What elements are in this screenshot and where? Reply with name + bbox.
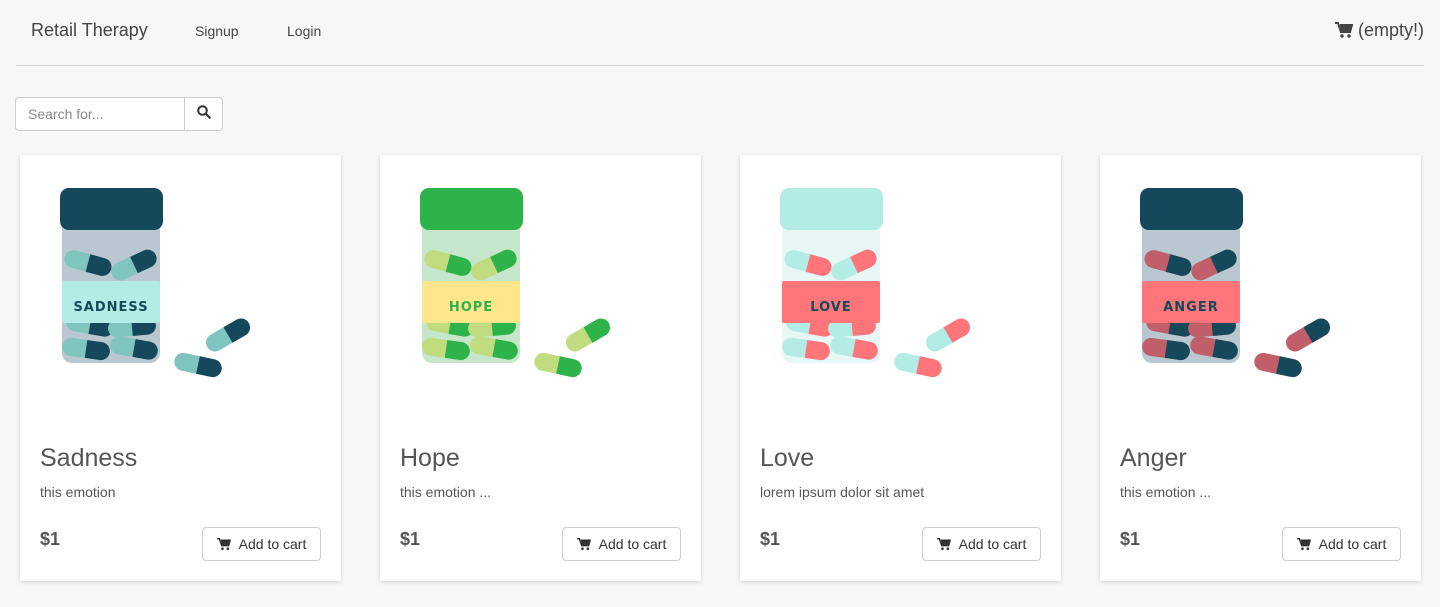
nav-login-link[interactable]: Login <box>287 23 321 39</box>
cart-icon <box>1296 537 1311 551</box>
search-button[interactable] <box>184 97 223 131</box>
product-title[interactable]: Hope <box>400 444 460 473</box>
cart-icon <box>576 537 591 551</box>
product-price: $1 <box>1120 529 1141 549</box>
product-title[interactable]: Anger <box>1120 444 1187 473</box>
product-title[interactable]: Sadness <box>40 444 137 473</box>
navbar: Retail Therapy Signup Login (empty!) <box>16 0 1424 66</box>
svg-text:ANGER: ANGER <box>1163 300 1219 315</box>
product-image: HOPE <box>420 188 610 378</box>
cart-icon <box>216 537 231 551</box>
add-to-cart-label: Add to cart <box>598 536 667 552</box>
search-group <box>15 97 223 131</box>
product-card: HOPE Hope this emotion ... $1 Add to car… <box>380 155 701 581</box>
add-to-cart-button[interactable]: Add to cart <box>922 527 1041 561</box>
cart-icon <box>1334 22 1353 39</box>
product-card: LOVE Love lorem ipsum dolor sit amet $1 … <box>740 155 1061 581</box>
product-price: $1 <box>760 529 781 549</box>
product-title[interactable]: Love <box>760 444 814 473</box>
product-image: SADNESS <box>60 188 250 378</box>
cart-icon <box>936 537 951 551</box>
product-image: LOVE <box>780 188 970 378</box>
add-to-cart-label: Add to cart <box>238 536 307 552</box>
add-to-cart-button[interactable]: Add to cart <box>202 527 321 561</box>
product-description: this emotion ... <box>1120 484 1212 500</box>
cart-link[interactable]: (empty!) <box>1334 20 1424 41</box>
product-description: lorem ipsum dolor sit amet <box>760 484 925 500</box>
product-card: ANGER Anger this emotion ... $1 Add to c… <box>1100 155 1421 581</box>
product-description: this emotion <box>40 484 116 500</box>
product-card: SADNESS Sadness this emotion $1 Add to c… <box>20 155 341 581</box>
cart-status-text: (empty!) <box>1357 20 1424 40</box>
product-price: $1 <box>400 529 421 549</box>
add-to-cart-button[interactable]: Add to cart <box>562 527 681 561</box>
svg-text:HOPE: HOPE <box>449 300 493 315</box>
nav-signup-link[interactable]: Signup <box>195 23 239 39</box>
svg-text:SADNESS: SADNESS <box>73 300 148 315</box>
add-to-cart-button[interactable]: Add to cart <box>1282 527 1401 561</box>
search-icon <box>196 104 211 124</box>
product-description: this emotion ... <box>400 484 492 500</box>
add-to-cart-label: Add to cart <box>958 536 1027 552</box>
brand-link[interactable]: Retail Therapy <box>31 20 148 41</box>
search-input[interactable] <box>15 97 184 131</box>
product-price: $1 <box>40 529 61 549</box>
product-image: ANGER <box>1140 188 1330 378</box>
svg-text:LOVE: LOVE <box>810 300 851 315</box>
add-to-cart-label: Add to cart <box>1318 536 1387 552</box>
